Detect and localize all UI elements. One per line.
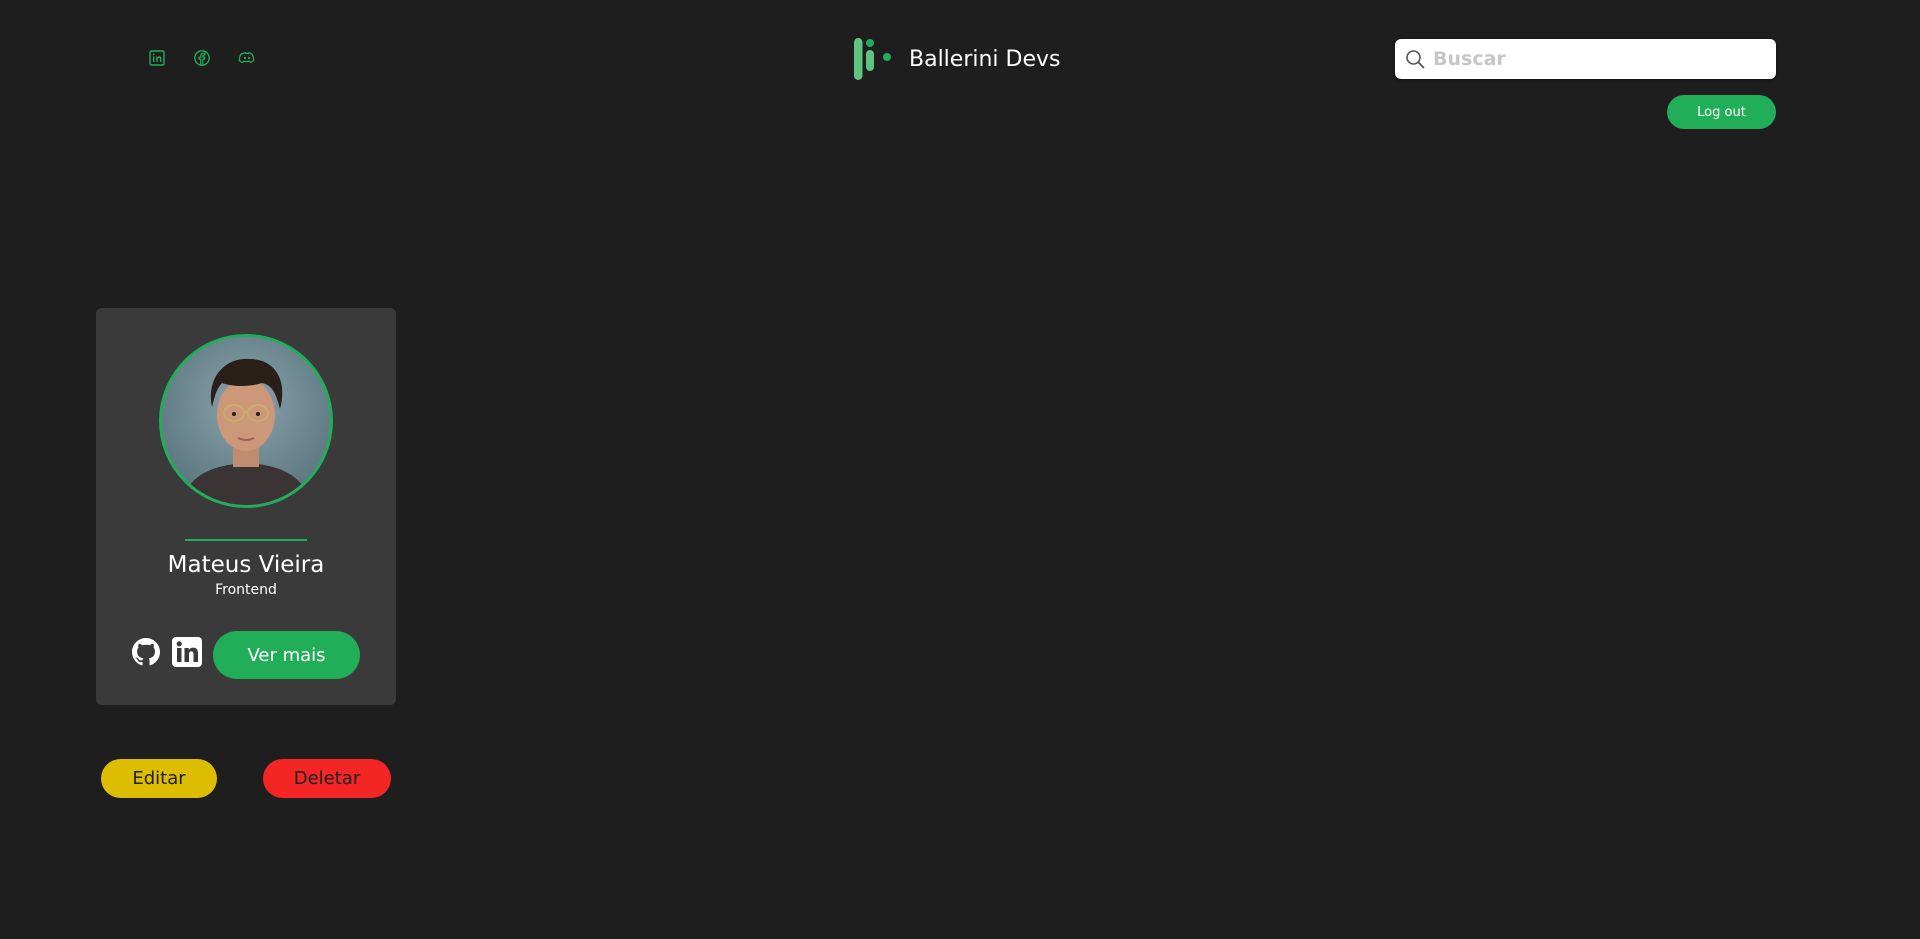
member-card: Mateus Vieira Frontend Ver mais bbox=[96, 308, 396, 705]
delete-button[interactable]: Deletar bbox=[263, 759, 391, 798]
ballerini-logo bbox=[854, 38, 891, 80]
ver-mais-button[interactable]: Ver mais bbox=[213, 631, 360, 679]
member-role: Frontend bbox=[215, 582, 277, 598]
search-input[interactable] bbox=[1433, 48, 1763, 70]
member-name: Mateus Vieira bbox=[167, 552, 325, 578]
search-icon bbox=[1406, 50, 1425, 69]
facebook-icon[interactable] bbox=[193, 49, 211, 67]
name-divider bbox=[185, 539, 307, 541]
brand-name: Ballerini Devs bbox=[909, 46, 1061, 72]
avatar bbox=[159, 334, 333, 508]
logout-button[interactable]: Log out bbox=[1667, 95, 1776, 129]
social-links bbox=[148, 49, 256, 67]
avatar-photo bbox=[162, 337, 330, 505]
github-icon[interactable] bbox=[132, 638, 160, 666]
linkedin-icon[interactable] bbox=[171, 636, 203, 668]
linkedin-icon[interactable] bbox=[148, 49, 166, 67]
brand[interactable]: Ballerini Devs bbox=[853, 36, 1061, 82]
edit-button[interactable]: Editar bbox=[101, 759, 217, 798]
search-box[interactable] bbox=[1395, 39, 1776, 79]
discord-icon[interactable] bbox=[238, 49, 256, 67]
